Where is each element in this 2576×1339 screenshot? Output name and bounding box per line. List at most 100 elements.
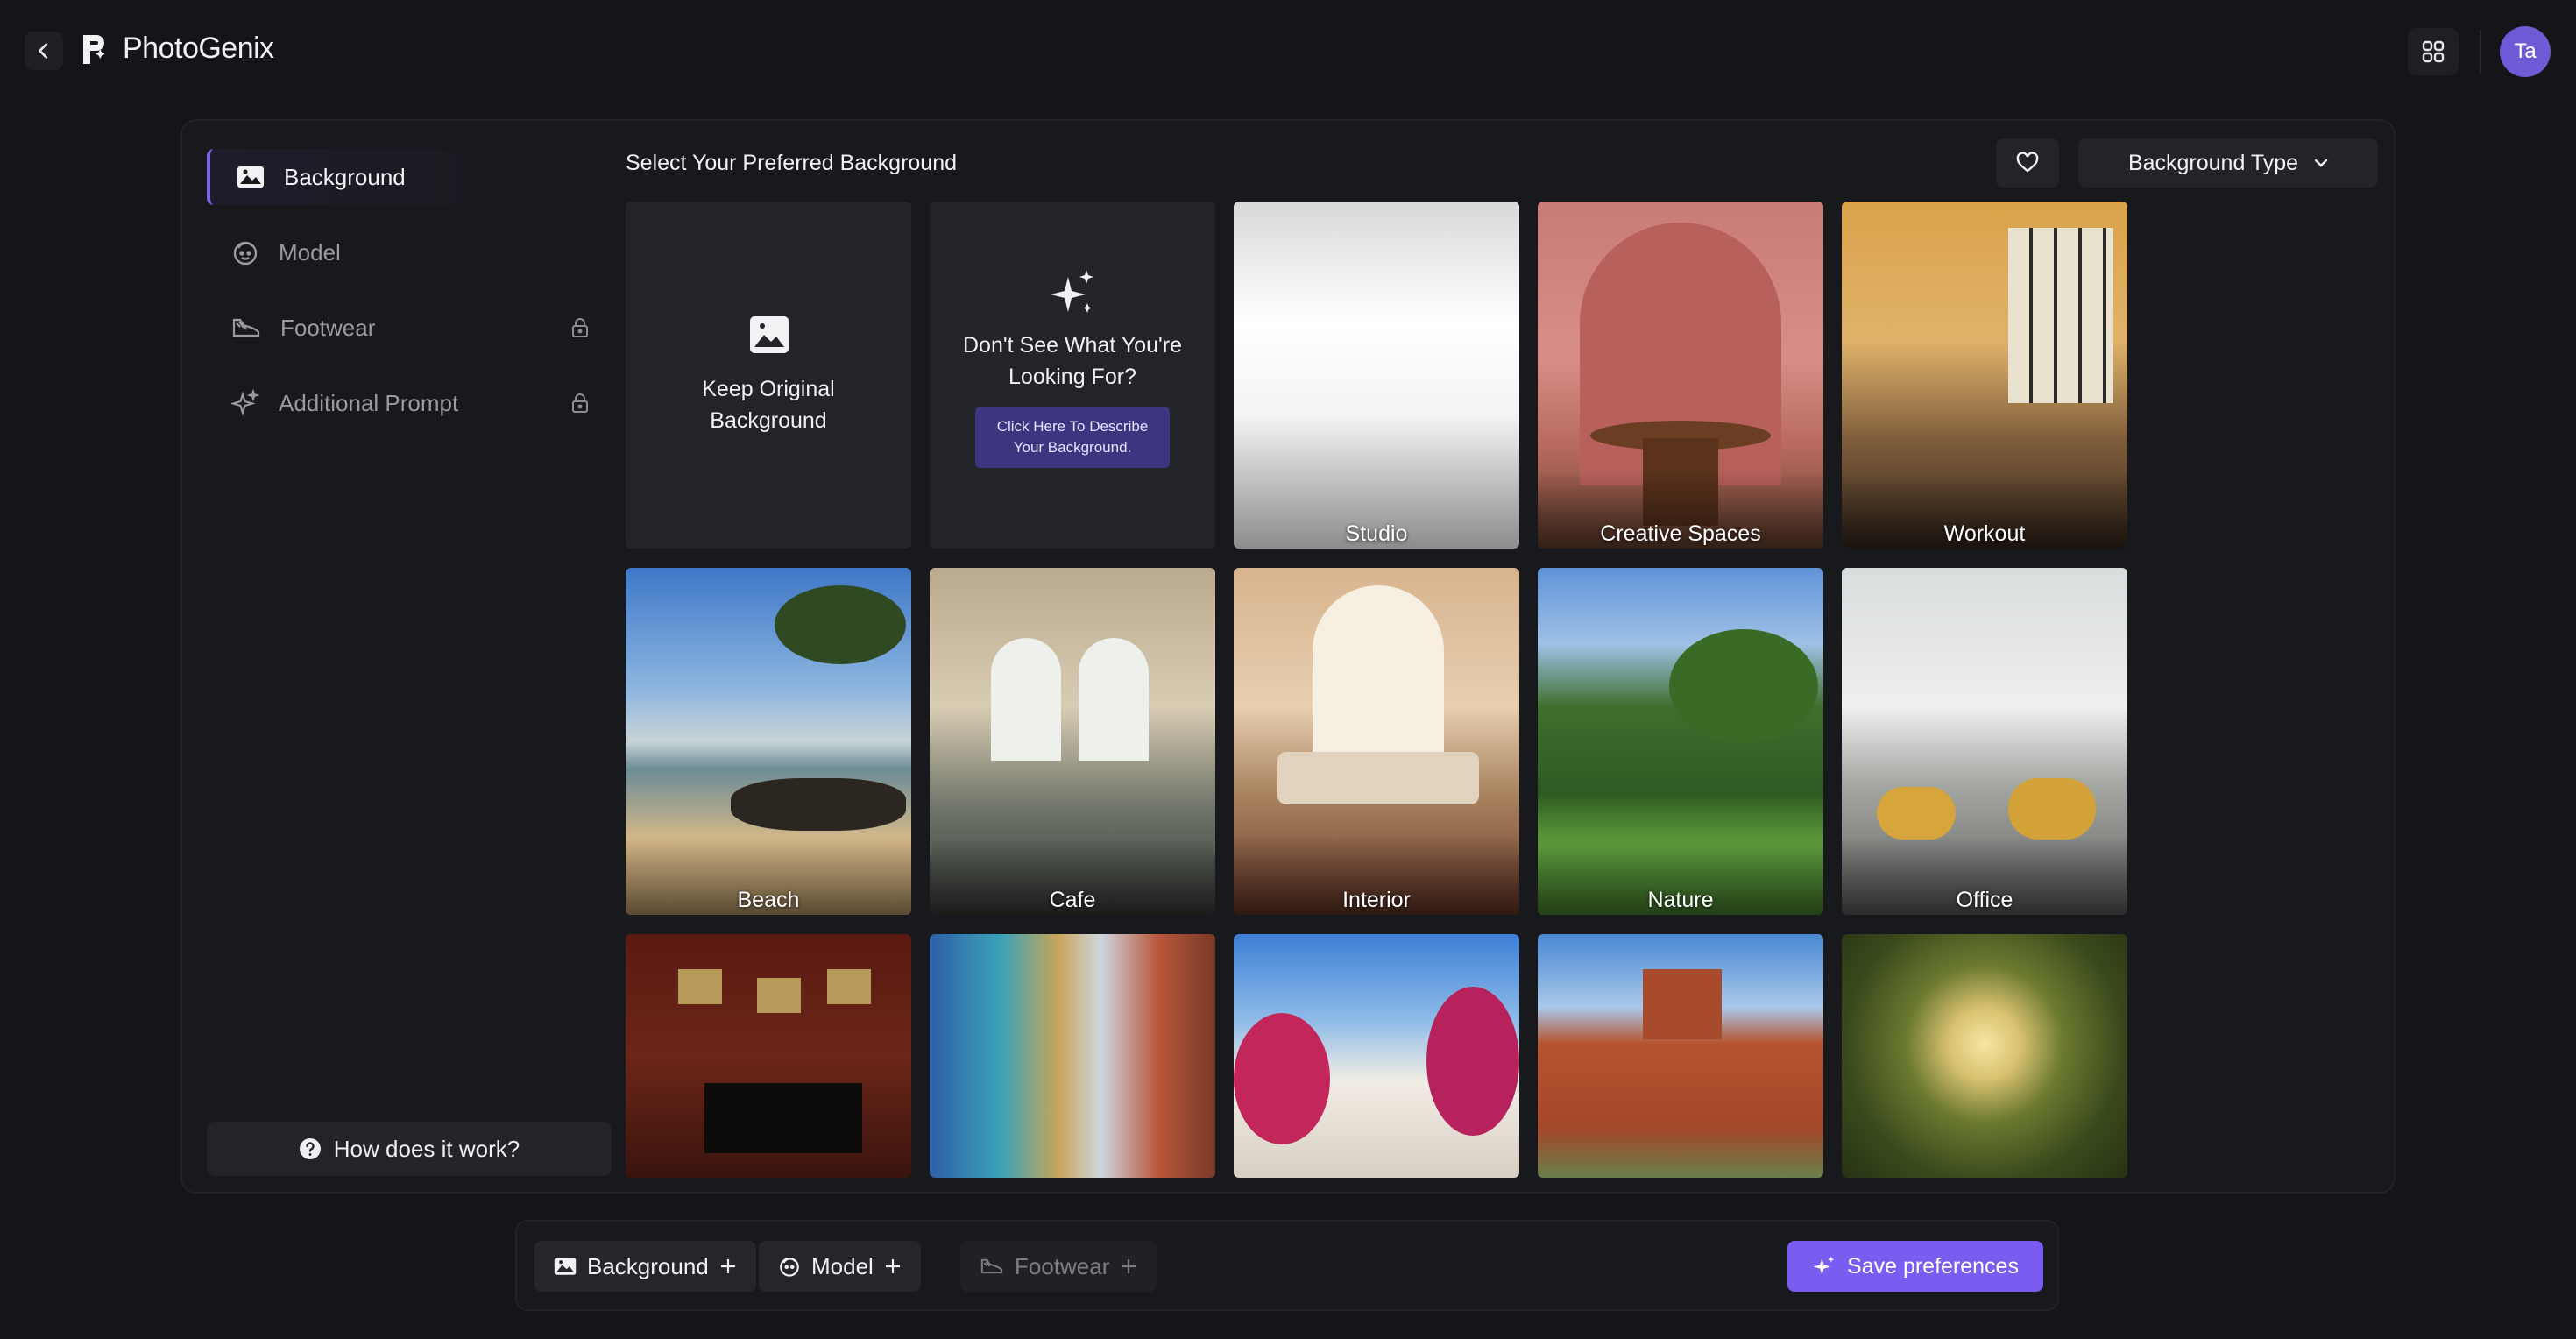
frame-shape: [827, 969, 871, 1004]
user-avatar[interactable]: Ta: [2500, 26, 2551, 77]
app-name: PhotoGenix: [123, 32, 274, 65]
background-card-creative-spaces[interactable]: Creative Spaces: [1538, 202, 1823, 549]
sidebar-item-label: Background: [284, 163, 406, 190]
background-card-label: Cafe: [1049, 888, 1096, 912]
keep-original-card[interactable]: Keep Original Background: [626, 202, 911, 549]
rocks-shape: [731, 778, 906, 831]
frame-shape: [678, 969, 722, 1004]
sparkle-icon: [231, 389, 259, 416]
window-shape: [1079, 638, 1149, 761]
background-card-label: Beach: [737, 888, 800, 912]
back-button[interactable]: [25, 32, 63, 70]
background-card-interior[interactable]: Interior: [1234, 568, 1519, 915]
background-card-label: Creative Spaces: [1600, 521, 1761, 546]
sidebar-item-label: Footwear: [280, 314, 376, 341]
background-card-mediterranean[interactable]: [1234, 934, 1519, 1178]
keep-original-line2: Background: [710, 408, 827, 433]
window-shape: [1313, 585, 1444, 752]
tower-shape: [1643, 969, 1722, 1039]
app-logo[interactable]: PhotoGenix: [81, 32, 274, 66]
heart-icon: [2016, 152, 2039, 173]
background-card-cafe[interactable]: Cafe: [930, 568, 1215, 915]
custom-line2: Looking For?: [1008, 365, 1136, 389]
background-card-label: Interior: [1342, 888, 1411, 912]
image-placeholder-icon: [750, 316, 789, 353]
background-type-dropdown[interactable]: Background Type: [2078, 138, 2378, 188]
describe-background-button[interactable]: Click Here To Describe Your Background.: [975, 407, 1170, 468]
background-type-label: Background Type: [2127, 150, 2299, 175]
chip-model[interactable]: Model: [759, 1241, 921, 1292]
chip-label: Background: [587, 1252, 709, 1279]
flowers-shape: [1234, 1013, 1330, 1144]
chip-label: Model: [811, 1252, 874, 1279]
apps-grid-icon: [2422, 40, 2445, 63]
window-shape: [991, 638, 1061, 761]
chip-background[interactable]: Background: [534, 1241, 756, 1292]
face-icon: [233, 241, 258, 266]
background-card-workout[interactable]: Workout: [1842, 202, 2127, 549]
plus-icon: [885, 1259, 900, 1273]
lock-icon: [572, 393, 588, 413]
sidebar-item-background[interactable]: Background: [207, 149, 610, 205]
keep-original-line1: Keep Original: [702, 377, 835, 401]
chair-shape: [1877, 787, 1956, 840]
bottom-bar: Background Model Footwear Save preferenc…: [515, 1220, 2059, 1311]
lock-icon: [572, 318, 588, 337]
chair-shape: [2008, 778, 2096, 840]
palm-leaves-shape: [775, 585, 906, 664]
sidebar-item-model[interactable]: Model: [207, 224, 610, 280]
chip-label: Footwear: [1015, 1252, 1110, 1279]
main-panel: Background Model Footwear Additional Pro…: [180, 119, 2396, 1194]
background-card-campus[interactable]: [1538, 934, 1823, 1178]
background-card-label: Studio: [1345, 521, 1408, 546]
plus-icon: [720, 1259, 735, 1273]
logo-mark-icon: [83, 34, 105, 64]
chevron-down-icon: [2314, 159, 2328, 167]
favorites-button[interactable]: [1996, 138, 2059, 188]
sidebar-item-footwear[interactable]: Footwear: [207, 300, 610, 356]
background-card-library[interactable]: [626, 934, 911, 1178]
top-bar: PhotoGenix Ta: [0, 0, 2576, 105]
custom-prompt-text: Don't See What You're Looking For?: [930, 329, 1215, 393]
describe-line1: Click Here To Describe: [996, 418, 1149, 435]
background-card-label: Nature: [1647, 888, 1714, 912]
shoe-icon: [232, 318, 260, 337]
tree-shape: [1669, 629, 1818, 743]
piano-shape: [704, 1083, 862, 1153]
background-card-studio[interactable]: Studio: [1234, 202, 1519, 549]
apps-button[interactable]: [2408, 28, 2459, 75]
frame-shape: [757, 978, 801, 1013]
sparkle-icon: [1813, 1256, 1835, 1275]
save-preferences-button[interactable]: Save preferences: [1787, 1241, 2043, 1292]
plus-icon: [1122, 1259, 1136, 1273]
background-card-garden-arch[interactable]: [1842, 934, 2127, 1178]
background-grid: Keep Original Background Don't See What …: [626, 202, 2129, 1178]
flowers-shape: [1426, 987, 1519, 1136]
sidebar: Background Model Footwear Additional Pro…: [198, 138, 619, 1178]
save-preferences-label: Save preferences: [1847, 1253, 2019, 1279]
how-it-works-button[interactable]: How does it work?: [207, 1122, 612, 1176]
background-card-office[interactable]: Office: [1842, 568, 2127, 915]
help-circle-icon: [299, 1138, 321, 1159]
window-shape: [2008, 228, 2113, 403]
sidebar-item-additional-prompt[interactable]: Additional Prompt: [207, 375, 610, 431]
sparkles-icon: [1051, 270, 1093, 313]
sidebar-item-label: Model: [279, 238, 341, 266]
background-card-nature[interactable]: Nature: [1538, 568, 1823, 915]
image-icon: [554, 1258, 577, 1275]
sofa-shape: [1277, 752, 1479, 804]
face-icon: [780, 1258, 799, 1277]
image-icon: [237, 166, 264, 188]
shoe-icon: [980, 1258, 1003, 1274]
background-card-label: Office: [1956, 888, 2013, 912]
sidebar-item-label: Additional Prompt: [279, 389, 459, 416]
background-card-beach[interactable]: Beach: [626, 568, 911, 915]
chevron-left-icon: [39, 43, 48, 59]
chip-footwear[interactable]: Footwear: [960, 1241, 1157, 1292]
keep-original-text: Keep Original Background: [626, 373, 911, 436]
background-card-street-art[interactable]: [930, 934, 1215, 1178]
custom-line1: Don't See What You're: [963, 333, 1182, 358]
how-it-works-label: How does it work?: [333, 1135, 520, 1162]
custom-background-card: Don't See What You're Looking For? Click…: [930, 202, 1215, 549]
describe-line2: Your Background.: [1013, 439, 1132, 456]
